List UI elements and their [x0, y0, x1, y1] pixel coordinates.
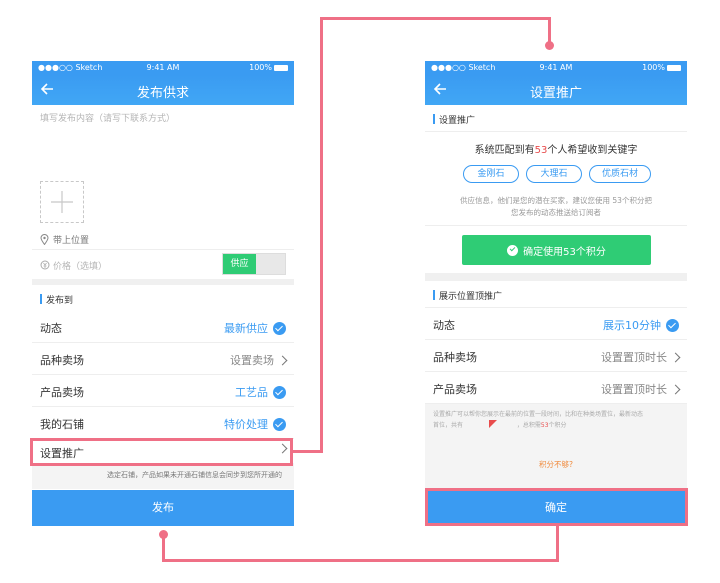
keyword-tag[interactable]: 优质石材	[589, 165, 651, 183]
connector-line	[162, 559, 559, 562]
connector-dot	[545, 41, 554, 50]
row-label: 产品卖场	[40, 386, 84, 399]
confirm-points-label: 确定使用53个积分	[523, 246, 606, 258]
row-label: 品种卖场	[433, 351, 477, 364]
battery-percent: 100%	[642, 63, 665, 72]
top-placement-heading: 展示位置顶推广	[439, 292, 503, 302]
publish-to-heading: 发布到	[46, 296, 74, 306]
note-points: 53	[540, 422, 549, 429]
description-line: 您发布的动态推送给订阅者	[511, 208, 601, 217]
placement-note-area: 设置推广可以帮你您展示在最前的位置一段时间，比和在种类场置位，最新动态 首位，共…	[425, 404, 687, 489]
supply-demand-toggle[interactable]: 供应	[222, 253, 286, 275]
row-label: 我的石铺	[40, 418, 84, 431]
flag-icon	[488, 420, 497, 428]
check-icon	[666, 318, 679, 332]
keyword-tag[interactable]: 金刚石	[463, 165, 519, 183]
keyword-tag[interactable]: 大理石	[526, 165, 582, 183]
content-placeholder: 填写发布内容（请写下联系方式）	[40, 114, 176, 124]
battery-percent: 100%	[249, 63, 272, 72]
battery-icon	[274, 65, 288, 71]
publish-button[interactable]: 发布	[32, 490, 294, 526]
row-label: 动态	[40, 322, 62, 335]
match-suffix: 个人希望收到关键字	[547, 145, 638, 156]
insufficient-points-link[interactable]: 积分不够?	[425, 459, 687, 470]
promotion-description: 供应信息，他们是您的潜在买家，建议您使用 53个积分把 您发布的动态推送给订阅者	[425, 195, 687, 219]
location-pin-icon	[40, 233, 49, 245]
connector-line	[162, 536, 165, 562]
match-count: 53	[534, 145, 548, 156]
note-area: 选定石铺，产品如果未开通石铺信息会同步到您所开通的	[32, 463, 294, 489]
connector-line	[320, 17, 323, 453]
page-title: 设置推广	[529, 86, 582, 101]
publish-to-header: 发布到	[32, 287, 294, 311]
row-label: 动态	[433, 319, 455, 332]
connector-line	[293, 450, 323, 453]
row-label: 品种卖场	[40, 354, 84, 367]
confirm-button-highlight	[425, 488, 688, 526]
row-label: 产品卖场	[433, 383, 477, 396]
price-row: 价格（选填） 供应	[32, 249, 294, 279]
row-feed-placement[interactable]: 动态 展示10分钟	[425, 308, 687, 340]
row-variety-market[interactable]: 品种卖场 设置卖场	[32, 343, 294, 375]
connector-dot	[159, 530, 168, 539]
page-title: 发布供求	[136, 86, 189, 101]
check-icon	[273, 385, 286, 399]
check-icon	[273, 321, 286, 335]
chevron-right-icon	[670, 352, 681, 362]
row-value: 工艺品	[235, 386, 268, 399]
chevron-right-icon	[670, 384, 681, 394]
row-value: 最新供应	[224, 322, 268, 335]
note-fragment: 首位，共有	[433, 422, 464, 429]
match-prefix: 系统匹配到有	[474, 145, 535, 156]
row-my-shop[interactable]: 我的石铺 特价处理	[32, 407, 294, 439]
confirm-points-button[interactable]: 确定使用53个积分	[462, 235, 651, 265]
nav-bar: 发布供求	[32, 75, 294, 105]
row-product-market[interactable]: 产品卖场 工艺品	[32, 375, 294, 407]
note-line: 设置推广可以帮你您展示在最前的位置一段时间，比和在种类场置位，最新动态	[433, 411, 644, 418]
row-variety-placement[interactable]: 品种卖场 设置置顶时长	[425, 340, 687, 372]
description-line: 供应信息，他们是您的潜在买家，建议您使用 53个积分把	[460, 196, 652, 205]
note-fragment: ，总积需	[516, 422, 541, 429]
row-value: 设置置顶时长	[601, 351, 667, 364]
connector-line	[320, 17, 551, 20]
add-image-button[interactable]	[40, 181, 84, 223]
promotion-screen: ●●●○○ Sketch 9:41 AM 100% 设置推广 设置推广 系统匹配…	[425, 61, 687, 526]
check-circle-icon	[507, 244, 519, 256]
row-feed[interactable]: 动态 最新供应	[32, 311, 294, 343]
shop-sync-note: 选定石铺，产品如果未开通石铺信息会同步到您所开通的	[107, 471, 282, 479]
price-input[interactable]: 价格（选填）	[53, 259, 107, 272]
toggle-supply-option[interactable]: 供应	[223, 254, 256, 274]
price-icon	[40, 260, 50, 270]
note-fragment: 个积分	[548, 422, 567, 429]
row-value: 设置置顶时长	[601, 383, 667, 396]
row-value: 设置卖场	[230, 354, 274, 367]
row-product-placement[interactable]: 产品卖场 设置置顶时长	[425, 372, 687, 404]
check-icon	[273, 417, 286, 431]
match-text: 系统匹配到有53个人希望收到关键字	[425, 141, 687, 156]
promotion-section-header: 设置推广	[425, 107, 687, 131]
battery-icon	[667, 65, 681, 71]
promotion-section-heading: 设置推广	[439, 116, 476, 126]
row-value: 特价处理	[224, 418, 268, 431]
status-bar: ●●●○○ Sketch 9:41 AM 100%	[32, 61, 294, 75]
status-bar: ●●●○○ Sketch 9:41 AM 100%	[425, 61, 687, 75]
note-line: 首位，共有 ，总积需53个积分	[433, 420, 679, 431]
connector-line	[556, 526, 559, 562]
top-placement-header: 展示位置顶推广	[425, 283, 687, 307]
nav-bar: 设置推广	[425, 75, 687, 105]
chevron-right-icon	[277, 355, 288, 365]
location-row[interactable]: 带上位置	[40, 232, 89, 246]
plus-icon	[51, 191, 73, 213]
location-label: 带上位置	[53, 235, 90, 246]
row-value: 展示10分钟	[603, 319, 661, 332]
placement-note: 设置推广可以帮你您展示在最前的位置一段时间，比和在种类场置位，最新动态 首位，共…	[433, 409, 679, 431]
promotion-row-highlight	[30, 438, 293, 466]
